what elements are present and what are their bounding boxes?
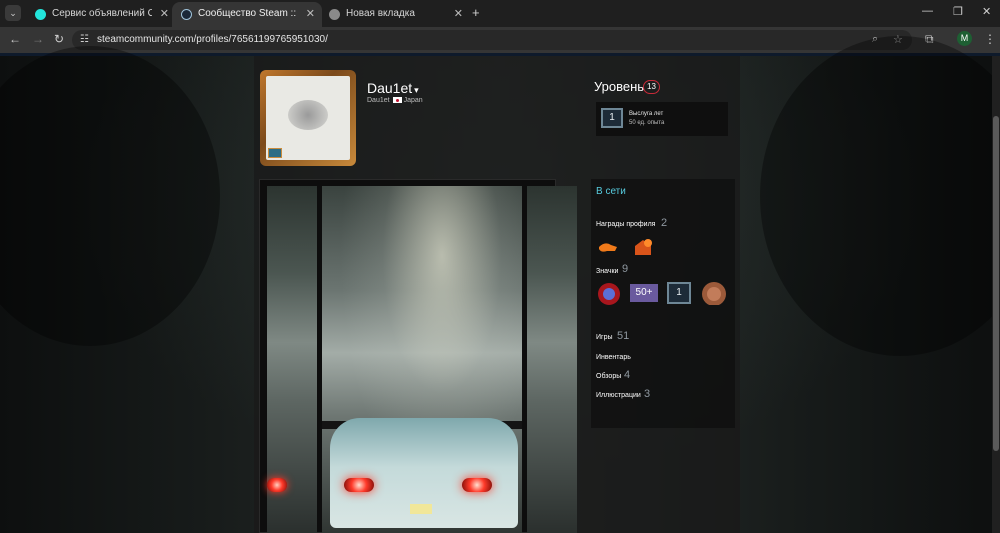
level-label: Уровень — [594, 79, 645, 94]
car-tail-light-left — [267, 478, 287, 492]
page-scrollbar-thumb[interactable] — [993, 116, 999, 451]
country-name: Japan — [403, 97, 423, 104]
years-badge-xp: 50 ед. опыта — [629, 120, 665, 126]
address-bar[interactable]: ☷ steamcommunity.com/profiles/7656119976… — [72, 30, 912, 50]
name-history-caret-icon[interactable]: ▾ — [414, 85, 419, 95]
chrome-favicon-icon — [329, 9, 340, 20]
years-of-service-icon: 1 — [601, 108, 623, 128]
badge-50-games-icon[interactable]: 50+ — [630, 284, 658, 302]
online-status: В сети — [596, 186, 626, 197]
badge-bronze-coin-icon[interactable] — [701, 281, 727, 305]
badge-years-icon[interactable]: 1 — [667, 282, 691, 304]
games-link[interactable]: Игры — [596, 334, 613, 341]
tab-olx-close-icon[interactable]: ✕ — [160, 7, 169, 20]
steam-favicon-icon — [181, 9, 192, 20]
profile-avatar — [266, 76, 350, 160]
tab-new-label: Новая вкладка — [346, 8, 415, 19]
persona-details: Dau1et Japan — [367, 97, 423, 104]
car-tail-light — [344, 478, 374, 492]
window-close-icon[interactable]: ✕ — [982, 5, 991, 18]
browser-menu-icon[interactable]: ⋮ — [984, 32, 996, 46]
reviews-link[interactable]: Обзоры — [596, 373, 621, 380]
dragon-avatar-image — [288, 100, 328, 130]
url-text[interactable]: steamcommunity.com/profiles/765611997659… — [97, 34, 328, 45]
award-house-icon[interactable] — [633, 237, 655, 257]
badge-red-seal-icon[interactable] — [596, 282, 622, 306]
real-name: Dau1et — [367, 97, 390, 104]
profile-awards-link[interactable]: Награды профиля — [596, 221, 655, 228]
page-scrollbar[interactable] — [992, 56, 1000, 533]
profile-background: Dau1et ▾ Dau1et Japan Уровень 13 1 Выслуга… — [0, 36, 1000, 533]
artwork-showcase[interactable] — [259, 179, 577, 533]
site-info-icon[interactable]: ☷ — [80, 34, 89, 45]
artwork-panel-center[interactable] — [322, 186, 522, 533]
tab-new[interactable]: Новая вкладка ✕ — [320, 2, 470, 27]
tab-strip: ⌄ Сервис объявлений OLX: сайт ✕ Сообщест… — [0, 0, 1000, 27]
forward-icon[interactable]: → — [32, 32, 44, 46]
level-badge: 13 — [643, 80, 660, 94]
tab-steam-close-icon[interactable]: ✕ — [306, 7, 315, 20]
profile-awards-count[interactable]: 2 — [661, 217, 667, 229]
tab-steam-label: Сообщество Steam :: Dau1et — [198, 8, 298, 19]
favorite-badge-box[interactable]: 1 Выслуга лет 50 ед. опыта — [596, 102, 728, 136]
restore-icon[interactable]: ❐ — [953, 5, 963, 18]
years-badge-title: Выслуга лет — [629, 111, 664, 117]
browser-profile-avatar[interactable]: M — [957, 31, 972, 46]
profile-avatar-frame[interactable] — [260, 70, 356, 166]
profile-sidebar: В сети Награды профиля 2 Значки 9 50+ 1 — [591, 179, 735, 428]
avatar-frame-badge-icon — [268, 148, 282, 158]
artwork-panel-left[interactable] — [267, 186, 317, 533]
games-count[interactable]: 51 — [617, 330, 629, 342]
japan-flag-icon — [392, 97, 402, 104]
artwork-link[interactable]: Иллюстрации — [596, 392, 641, 399]
car-tail-light — [462, 478, 492, 492]
minimize-icon[interactable]: — — [922, 5, 933, 17]
reload-icon[interactable]: ↻ — [54, 32, 64, 46]
reviews-count[interactable]: 4 — [624, 369, 630, 381]
background-tree-left — [0, 46, 220, 346]
profile-content: Dau1et ▾ Dau1et Japan Уровень 13 1 Выслуга… — [254, 56, 740, 533]
tab-olx-label: Сервис объявлений OLX: сайт — [52, 8, 152, 19]
persona-name[interactable]: Dau1et ▾ — [367, 80, 419, 96]
olx-favicon-icon — [35, 9, 46, 20]
tab-search-chevron-icon[interactable]: ⌄ — [5, 5, 21, 21]
badges-count[interactable]: 9 — [622, 263, 628, 275]
inventory-link[interactable]: Инвентарь — [596, 354, 631, 361]
badges-link[interactable]: Значки — [596, 268, 618, 275]
tab-steam[interactable]: Сообщество Steam :: Dau1et ✕ — [172, 2, 322, 27]
award-hand-icon[interactable] — [597, 239, 619, 257]
license-plate — [410, 504, 432, 514]
back-icon[interactable]: ← — [9, 32, 21, 46]
tab-olx[interactable]: Сервис объявлений OLX: сайт ✕ — [26, 2, 176, 27]
new-tab-plus-icon[interactable]: + — [472, 5, 480, 20]
artwork-count[interactable]: 3 — [644, 388, 650, 400]
background-tree-right — [760, 36, 1000, 356]
persona-name-text: Dau1et — [367, 80, 413, 96]
artwork-panel-right[interactable] — [527, 186, 577, 533]
tab-new-close-icon[interactable]: ✕ — [454, 7, 463, 20]
